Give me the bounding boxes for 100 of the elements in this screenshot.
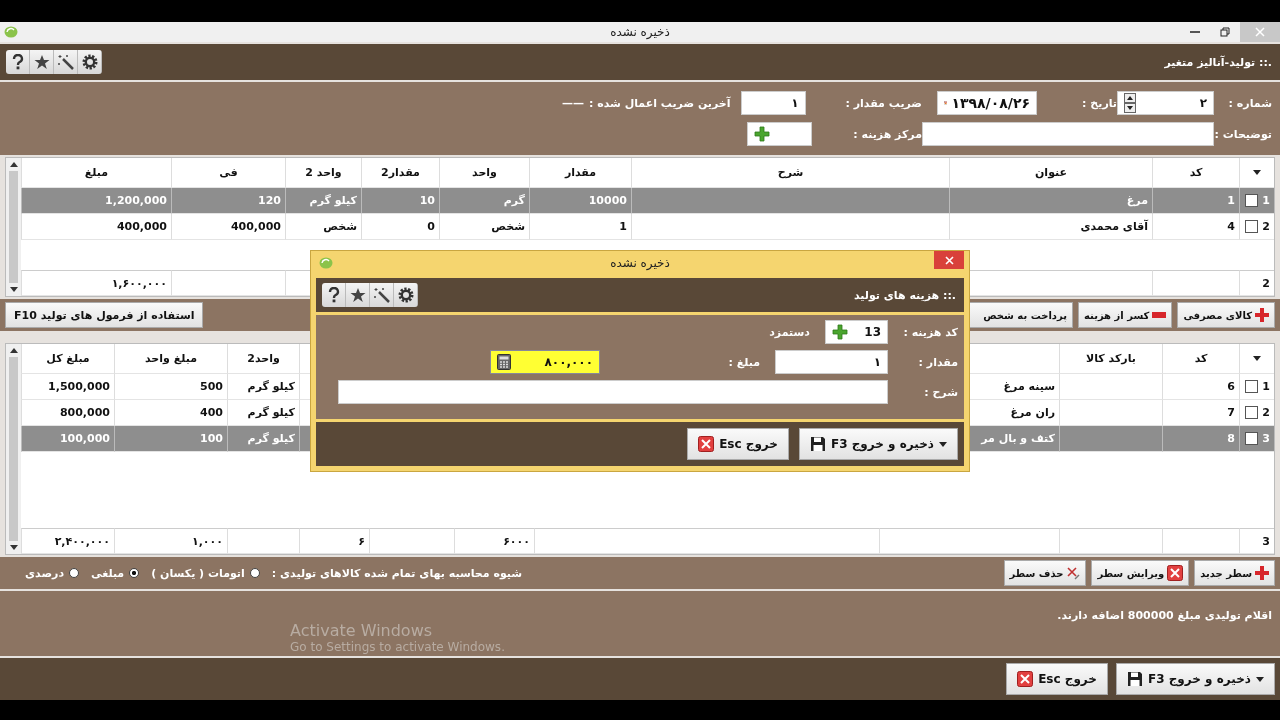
radio-button[interactable] [69,568,80,578]
row-checkbox[interactable] [1245,380,1259,393]
wizard-button[interactable] [370,283,394,307]
table-cell: 0 [361,214,439,240]
radio-button[interactable] [129,568,140,578]
cost-code-field[interactable]: 13 [825,320,888,344]
table-cell: 8 [1162,426,1239,452]
exit-button[interactable]: خروج Esc [1006,663,1108,695]
scrollbar-thumb[interactable] [9,357,18,541]
help-button[interactable] [6,50,30,74]
field-label: آخرین ضریب اعمال شده : [588,96,731,110]
multiplier-field[interactable]: ۱ [740,91,806,115]
plus-icon [1255,308,1269,322]
row-checkbox[interactable] [1245,406,1259,419]
total-cell: 2 [1239,270,1274,296]
caret-icon [1253,356,1261,361]
minimize-icon [1190,31,1200,33]
help-icon [326,287,341,303]
amount-field[interactable]: ۸۰۰,۰۰۰ [490,350,600,374]
save-exit-button[interactable]: ذخیره و خروج F3 [799,428,958,460]
field-label: توضیحات : [1214,127,1272,141]
description-field[interactable] [338,380,888,404]
spinner-icon[interactable] [1124,93,1136,113]
table-cell: 1 [1152,188,1239,214]
scrollbar[interactable] [6,158,21,296]
row-checkbox[interactable] [1245,220,1259,233]
radio-option[interactable]: مبلغی [91,566,140,580]
scroll-up-arrow-icon[interactable] [9,162,18,167]
field-label: ضریب مقدار : [845,96,922,110]
column-header[interactable]: کد [1162,344,1239,374]
table-cell: مرغ [949,188,1152,214]
cost-center-field[interactable] [747,122,812,146]
row-action-button[interactable]: ویرایش سطر [1091,560,1190,586]
row-checkbox[interactable] [1245,432,1259,445]
caret-icon [1256,676,1264,682]
exit-button[interactable]: خروج Esc [687,428,789,460]
scroll-up-arrow-icon[interactable] [9,348,18,353]
caret-icon [939,441,947,447]
radio-option[interactable]: اتومات ( یکسان ) [151,566,260,580]
row-action-button[interactable]: سطر جدید [1194,560,1275,586]
row-checkbox[interactable] [1245,194,1259,207]
settings-icon [81,54,98,70]
number-field[interactable]: ۲ [1117,91,1214,115]
field-label: تاریخ : [1081,96,1117,110]
activation-notice-text: Go to Settings to activate Windows. [290,640,505,654]
row-number: 2 [1262,220,1270,233]
table-cell: 400,000 [171,214,285,240]
favorite-button[interactable] [346,283,370,307]
table-cell: کیلو گرم [285,188,361,214]
field-label: کد هزینه : [902,325,958,339]
settings-button[interactable] [394,283,418,307]
formula-button[interactable]: استفاده از فرمول های تولید F10 [5,302,204,328]
notes-field[interactable] [922,122,1214,146]
close-icon [698,436,715,452]
plus-icon [832,324,848,340]
scrollbar[interactable] [6,344,21,554]
column-header[interactable]: مبلغ واحد [114,344,227,374]
table-cell: آقای محمدی [949,214,1152,240]
field-label: شماره : [1227,96,1272,110]
empty-cell [227,528,299,554]
star-icon [33,54,50,70]
action-button[interactable]: کالای مصرفی [1177,302,1275,328]
scroll-down-arrow-icon[interactable] [9,545,18,550]
table-cell: 4 [1152,214,1239,240]
scrollbar-thumb[interactable] [9,171,18,283]
table-cell: 120 [171,188,285,214]
table-cell: شخص [439,214,529,240]
restore-icon [1220,27,1230,37]
total-cell: ۱,۶۰۰,۰۰۰ [21,270,171,296]
row-action-button[interactable]: حذف سطر [1003,560,1087,586]
scroll-down-arrow-icon[interactable] [9,287,18,292]
favorite-button[interactable] [30,50,54,74]
column-header[interactable]: بارکد کالا [1059,344,1162,374]
radio-option[interactable]: درصدی [25,566,80,580]
star-icon [349,287,366,303]
action-button[interactable]: کسر از هزینه [1078,302,1173,328]
row-number: 2 [1262,406,1270,419]
form-title: .:: تولید-آنالیز متغیر [1164,55,1272,69]
close-icon [944,255,954,265]
table-cell: 6 [1162,374,1239,400]
close-button[interactable] [934,251,964,269]
column-header[interactable]: واحد2 [227,344,299,374]
settings-button[interactable] [78,50,102,74]
help-button[interactable] [322,283,346,307]
save-exit-button[interactable]: ذخیره و خروج F3 [1116,663,1275,695]
plus-icon [1255,566,1269,580]
help-icon [10,54,25,70]
cost-name: دستمزد [769,325,810,339]
status-message: اقلام تولیدی مبلغ 800000 اضافه دارند. [1057,609,1272,622]
total-cell: ۱,۰۰۰ [114,528,227,554]
wizard-button[interactable] [54,50,78,74]
close-icon [1255,27,1265,37]
radio-button[interactable] [249,568,260,578]
date-field[interactable]: ۱۳۹۸/۰۸/۲۶ [937,91,1037,115]
total-cell: 3 [1239,528,1274,554]
field-label: شرح : [923,385,958,399]
table-cell: 100 [114,426,227,452]
quantity-field[interactable]: ۱ [775,350,888,374]
table-cell: شخص [285,214,361,240]
table-cell: 10000 [529,188,631,214]
